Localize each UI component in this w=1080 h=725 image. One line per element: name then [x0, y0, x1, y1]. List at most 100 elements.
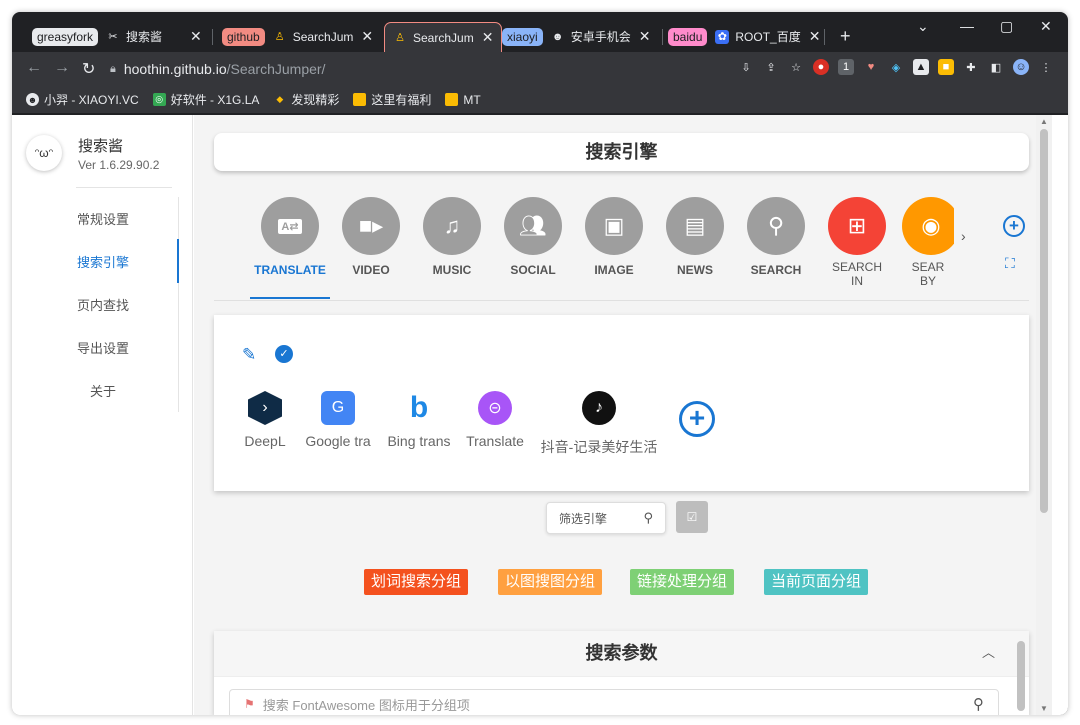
puzzle-icon[interactable]: ✚ — [963, 59, 979, 75]
install-app-icon[interactable]: ⇩ — [738, 59, 754, 75]
tab-group-greasyfork[interactable]: greasyfork — [32, 27, 99, 46]
chevron-up-icon[interactable]: ︿ — [982, 631, 995, 675]
engine-douyin[interactable]: ♪ 抖音-记录美好生活 — [539, 391, 659, 457]
scissors-icon: ✂ — [108, 31, 118, 43]
new-tab-button[interactable]: + — [840, 26, 851, 47]
engine-bing[interactable]: b Bing trans — [384, 391, 454, 449]
back-arrow-icon[interactable]: ← — [26, 59, 42, 77]
sidepanel-icon[interactable]: ◧ — [988, 59, 1004, 75]
filter-toggle-button[interactable]: ☑ — [676, 501, 708, 533]
params-header[interactable]: 搜索参数 ︿ — [214, 631, 1029, 677]
sidebar-item-general[interactable]: 常规设置 — [77, 209, 129, 228]
close-icon[interactable]: ✕ — [809, 28, 821, 45]
browser-window: greasyfork ✂ 搜索酱 ✕ github ♙ SearchJum ✕ … — [12, 12, 1068, 715]
add-engine-button[interactable]: + — [679, 401, 715, 437]
ublock-icon[interactable]: ● — [813, 59, 829, 75]
tab-search[interactable]: ⚲ SEARCH — [740, 197, 812, 277]
search-icon[interactable]: ⚲ — [643, 510, 653, 526]
sidebar-item-export[interactable]: 导出设置 — [77, 338, 129, 357]
tab-baidu[interactable]: baidu ✿ ROOT_百度 ✕ — [668, 23, 820, 50]
tab-xiaoyi[interactable]: xiaoyi ☻ 安卓手机会 ✕ — [502, 23, 650, 50]
add-category-button[interactable]: + — [1003, 215, 1025, 237]
extension-badge-icon[interactable]: 1 — [838, 59, 854, 75]
window-close-button[interactable]: ✕ — [1040, 18, 1052, 35]
engine-label: 抖音-记录美好生活 — [540, 439, 658, 455]
close-icon[interactable]: ✕ — [361, 28, 373, 45]
check-circle-icon[interactable]: ✓ — [275, 345, 293, 363]
tab-github[interactable]: github ♙ SearchJum ✕ — [222, 23, 373, 50]
bookmark-item[interactable]: ◎ 好软件 - X1G.LA — [152, 91, 259, 108]
page-title: 搜索引擎 — [214, 133, 1029, 171]
forward-arrow-icon[interactable]: → — [54, 59, 70, 77]
scroll-up-arrow[interactable]: ▲ — [1040, 117, 1048, 126]
tab-search-chevron-icon[interactable]: ⌄ — [917, 18, 929, 35]
icon-search-input[interactable]: ⚑ 搜索 FontAwesome 图标用于分组项 ⚲ — [229, 689, 999, 715]
group-button-link[interactable]: 链接处理分组 — [630, 569, 735, 595]
tab-social[interactable]: 👥︎ SOCIAL — [497, 197, 569, 277]
scrollbar-thumb[interactable] — [1040, 129, 1048, 513]
tab-group-baidu[interactable]: baidu — [668, 27, 708, 46]
tiktok-icon: ♪ — [582, 391, 616, 425]
layers-extension-icon[interactable]: ◈ — [888, 59, 904, 75]
tab-search-in[interactable]: ⊞ SEARCH IN — [821, 197, 893, 288]
close-icon[interactable]: ✕ — [190, 28, 202, 45]
bookmark-label: MT — [463, 92, 481, 107]
square-extension-icon[interactable]: ▲ — [913, 59, 929, 75]
minimize-button[interactable]: — — [960, 18, 974, 34]
bookmark-item[interactable]: ☻ 小羿 - XIAOYI.VC — [26, 91, 139, 108]
panel-scrollbar[interactable] — [1017, 641, 1025, 711]
avatar[interactable]: ☺ — [1013, 59, 1029, 75]
baidu-icon: ✿ — [715, 29, 730, 44]
deepl-icon: › — [248, 391, 282, 425]
close-icon[interactable]: ✕ — [482, 29, 494, 46]
engine-deepl[interactable]: › DeepL — [238, 391, 292, 449]
tab-greasyfork[interactable]: greasyfork ✂ 搜索酱 ✕ — [32, 23, 202, 50]
orange-extension-icon[interactable]: ■ — [938, 59, 954, 75]
bookmark-star-icon[interactable]: ☆ — [788, 59, 804, 75]
fullscreen-icon[interactable]: ⛶ — [1005, 255, 1015, 272]
close-icon[interactable]: ✕ — [639, 28, 651, 45]
bookmark-item[interactable]: ◆ 发现精彩 — [273, 91, 339, 108]
tab-search-by[interactable]: ◉ SEAR BY — [902, 197, 954, 288]
image-icon: ▣ — [585, 197, 643, 255]
menu-kebab-icon[interactable]: ⋮ — [1038, 59, 1054, 75]
tab-video[interactable]: ■▸ VIDEO — [335, 197, 407, 277]
group-button-page[interactable]: 当前页面分组 — [764, 569, 869, 595]
active-tab-underline — [250, 297, 330, 299]
tab-group-xiaoyi[interactable]: xiaoyi — [502, 27, 543, 46]
tab-searchjumper-active[interactable]: ♙ SearchJum ✕ — [384, 22, 503, 52]
bookmark-label: 小羿 - XIAOYI.VC — [44, 93, 139, 107]
app-version: Ver 1.6.29.90.2 — [78, 158, 160, 172]
pencil-icon[interactable]: ✎ — [242, 345, 256, 365]
page-scrollbar[interactable]: ▲ ▼ — [1036, 115, 1052, 715]
tab-image[interactable]: ▣ IMAGE — [578, 197, 650, 277]
tab-title: 安卓手机会 — [570, 30, 631, 44]
sidebar-item-find-in-page[interactable]: 页内查找 — [77, 295, 129, 314]
bookmark-item[interactable]: 这里有福利 — [353, 91, 431, 108]
scroll-down-arrow[interactable]: ▼ — [1040, 704, 1048, 713]
tab-title: 搜索酱 — [126, 30, 163, 44]
tab-news[interactable]: ▤ NEWS — [659, 197, 731, 277]
sidebar-item-engines[interactable]: 搜索引擎 — [77, 252, 129, 271]
diamond-icon: ◆ — [276, 94, 284, 104]
share-icon[interactable]: ⇪ — [763, 59, 779, 75]
tab-group-github[interactable]: github — [222, 27, 265, 46]
group-button-image[interactable]: 以图搜图分组 — [498, 569, 603, 595]
engine-translate[interactable]: ⊝ Translate — [464, 391, 526, 449]
maximize-button[interactable]: ▢ — [1000, 18, 1013, 35]
tab-label: MUSIC — [432, 263, 472, 277]
sidebar-item-about[interactable]: 关于 — [90, 381, 116, 400]
heart-extension-icon[interactable]: ♥ — [863, 59, 879, 75]
lock-icon[interactable]: 🔒︎ — [110, 63, 116, 76]
engine-filter-input[interactable]: 筛选引擎 ⚲ — [546, 502, 666, 534]
search-icon[interactable]: ⚲ — [973, 695, 984, 713]
tab-translate[interactable]: A⇄ TRANSLATE — [254, 197, 326, 277]
address-toolbar: ← → ↻ 🔒︎ hoothin.github.io /SearchJumper… — [12, 52, 1068, 86]
chevron-right-icon[interactable]: › — [961, 228, 966, 244]
tab-music[interactable]: ♫ MUSIC — [416, 197, 488, 277]
reload-icon[interactable]: ↻ — [82, 59, 95, 79]
bookmark-item[interactable]: MT — [445, 92, 481, 107]
group-button-selection[interactable]: 划词搜索分组 — [364, 569, 469, 595]
engine-google-translate[interactable]: G Google tra — [302, 391, 374, 449]
people-icon: 👥︎ — [504, 197, 562, 255]
